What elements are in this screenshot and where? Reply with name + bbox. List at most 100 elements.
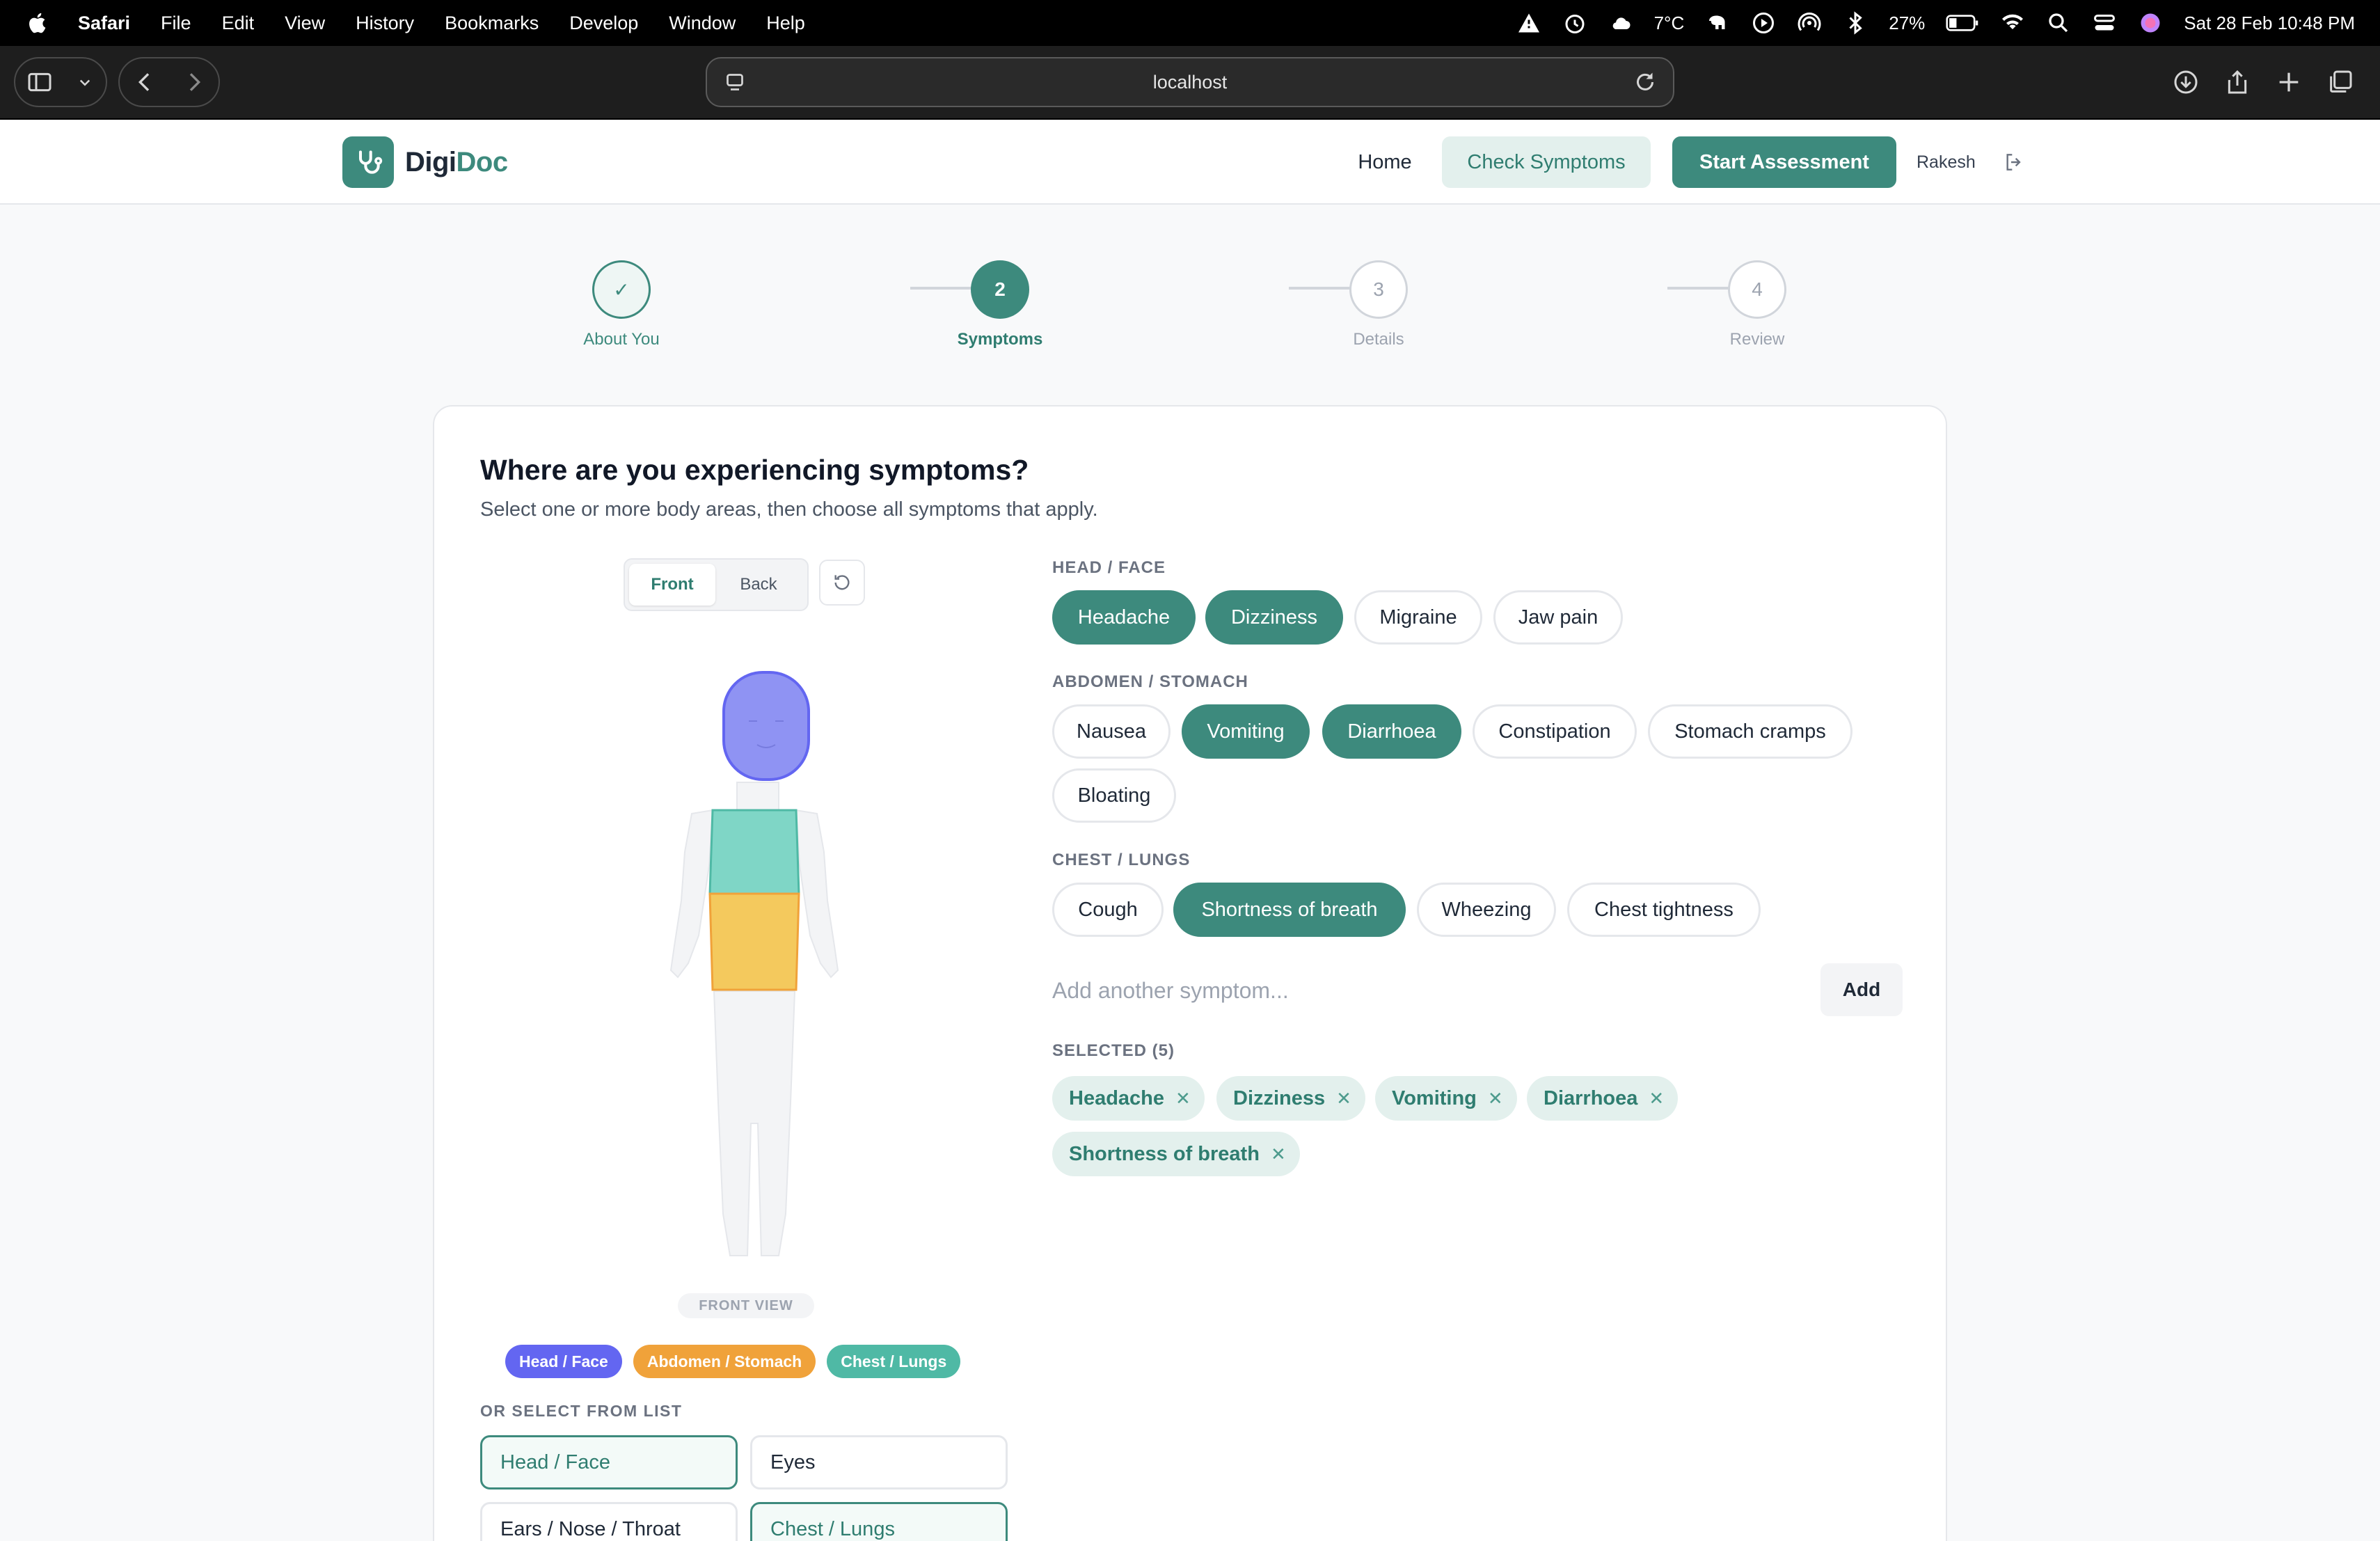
spotlight-search-icon[interactable] xyxy=(2046,10,2071,35)
tab-overview-icon[interactable] xyxy=(2326,68,2354,96)
symptom-chip-vomiting[interactable]: Vomiting xyxy=(1182,704,1310,759)
view-toggle: Front Back xyxy=(624,558,809,611)
menu-help[interactable]: Help xyxy=(766,13,805,34)
app-header: DigiDoc Home Check Symptoms Start Assess… xyxy=(0,120,2380,205)
step-label: Symptoms xyxy=(957,330,1043,349)
menu-window[interactable]: Window xyxy=(669,13,736,34)
nav-check-symptoms-link[interactable]: Check Symptoms xyxy=(1442,136,1651,188)
section-abdomen-title: ABDOMEN / STOMACH xyxy=(1052,672,1248,691)
legend-head-face[interactable]: Head / Face xyxy=(505,1345,622,1378)
symptom-chip-shortness-of-breath[interactable]: Shortness of breath xyxy=(1173,883,1406,937)
step-number: 4 xyxy=(1728,260,1786,319)
symptom-chip-jaw-pain[interactable]: Jaw pain xyxy=(1493,590,1623,645)
step-about-you[interactable]: ✓ About You xyxy=(552,260,691,349)
symptom-chip-diarrhoea[interactable]: Diarrhoea xyxy=(1322,704,1461,759)
apple-icon[interactable] xyxy=(26,11,50,35)
region-option-eyes[interactable]: Eyes xyxy=(750,1435,1008,1489)
airdrop-icon[interactable] xyxy=(1797,10,1822,35)
sidebar-icon[interactable] xyxy=(26,68,54,96)
weather-cloud-icon[interactable] xyxy=(1608,10,1633,35)
reload-icon[interactable] xyxy=(1633,70,1658,95)
back-arrow-icon[interactable] xyxy=(131,68,159,96)
symptom-card: Where are you experiencing symptoms? Sel… xyxy=(433,405,1947,1541)
symptom-chip-headache[interactable]: Headache xyxy=(1052,590,1196,645)
selected-tag-label: Headache xyxy=(1069,1086,1165,1109)
legend-chest-lungs[interactable]: Chest / Lungs xyxy=(827,1345,961,1378)
step-details[interactable]: 3 Details xyxy=(1309,260,1448,349)
bluetooth-icon[interactable] xyxy=(1843,10,1868,35)
abdomen-region[interactable] xyxy=(708,892,800,991)
remove-x-icon[interactable]: ✕ xyxy=(1271,1144,1286,1165)
wifi-icon[interactable] xyxy=(2000,10,2025,35)
menubar-datetime[interactable]: Sat 28 Feb 10:48 PM xyxy=(2184,13,2355,34)
selected-tag-vomiting: Vomiting ✕ xyxy=(1375,1076,1517,1121)
stethoscope-icon xyxy=(342,136,394,188)
region-option-chest-lungs[interactable]: Chest / Lungs xyxy=(750,1502,1008,1541)
legend-abdomen-stomach[interactable]: Abdomen / Stomach xyxy=(633,1345,816,1378)
symptom-chip-nausea[interactable]: Nausea xyxy=(1052,704,1171,759)
menu-app-name[interactable]: Safari xyxy=(78,13,130,34)
add-symptom-button[interactable]: Add xyxy=(1820,963,1903,1016)
control-center-icon[interactable] xyxy=(2092,10,2117,35)
logout-button[interactable] xyxy=(2000,136,2028,188)
or-select-label: OR SELECT FROM LIST xyxy=(480,1402,683,1420)
remove-x-icon[interactable]: ✕ xyxy=(1488,1088,1503,1109)
alert-icon[interactable] xyxy=(1516,10,1541,35)
front-view-button[interactable]: Front xyxy=(629,564,715,606)
back-view-button[interactable]: Back xyxy=(715,564,802,606)
temperature-text: 7°C xyxy=(1653,12,1685,33)
nav-home-link[interactable]: Home xyxy=(1343,136,1427,188)
forward-arrow-icon[interactable] xyxy=(180,68,208,96)
add-symptom-input[interactable]: Add another symptom... xyxy=(1052,963,1818,1018)
card-title: Where are you experiencing symptoms? xyxy=(480,454,1029,486)
reset-button[interactable] xyxy=(819,560,865,606)
region-legend: Head / Face Abdomen / Stomach Chest / Lu… xyxy=(505,1345,961,1378)
timer-icon[interactable] xyxy=(1562,10,1587,35)
logout-icon xyxy=(2006,154,2021,171)
siri-icon[interactable] xyxy=(2138,10,2163,35)
menu-file[interactable]: File xyxy=(161,13,191,34)
step-label: About You xyxy=(583,330,660,349)
selected-tag-diarrhoea: Diarrhoea ✕ xyxy=(1527,1076,1679,1121)
share-icon[interactable] xyxy=(2223,68,2251,96)
new-tab-plus-icon[interactable] xyxy=(2275,68,2303,96)
step-review[interactable]: 4 Review xyxy=(1688,260,1827,349)
url-text: localhost xyxy=(1152,71,1228,93)
battery-icon[interactable] xyxy=(1946,10,1979,35)
page-menu-icon[interactable] xyxy=(722,70,747,95)
macos-menubar: Safari File Edit View History Bookmarks … xyxy=(0,0,2380,46)
remove-x-icon[interactable]: ✕ xyxy=(1175,1088,1191,1109)
selected-tag-label: Shortness of breath xyxy=(1069,1142,1260,1165)
menu-edit[interactable]: Edit xyxy=(222,13,255,34)
symptom-chip-wheezing[interactable]: Wheezing xyxy=(1417,883,1556,937)
symptom-chip-stomach-cramps[interactable]: Stomach cramps xyxy=(1648,704,1853,759)
step-label: Review xyxy=(1729,330,1785,349)
menu-develop[interactable]: Develop xyxy=(569,13,638,34)
head-region[interactable] xyxy=(722,671,810,781)
symptom-chip-constipation[interactable]: Constipation xyxy=(1473,704,1637,759)
remove-x-icon[interactable]: ✕ xyxy=(1336,1088,1351,1109)
step-symptoms[interactable]: 2 Symptoms xyxy=(930,260,1070,349)
region-option-ears-nose-throat[interactable]: Ears / Nose / Throat xyxy=(480,1502,738,1541)
play-icon[interactable] xyxy=(1751,10,1776,35)
menu-view[interactable]: View xyxy=(285,13,325,34)
symptom-chip-bloating[interactable]: Bloating xyxy=(1052,768,1176,823)
symptom-chip-migraine[interactable]: Migraine xyxy=(1354,590,1482,645)
chest-region[interactable] xyxy=(708,809,800,895)
address-bar[interactable]: localhost xyxy=(706,57,1674,107)
digidoc-logo[interactable]: DigiDoc xyxy=(342,136,508,188)
region-option-head-face[interactable]: Head / Face xyxy=(480,1435,738,1489)
symptom-chip-chest-tightness[interactable]: Chest tightness xyxy=(1567,883,1761,937)
sidebar-toggle-group[interactable] xyxy=(14,57,107,107)
menu-bookmarks[interactable]: Bookmarks xyxy=(445,13,539,34)
menu-history[interactable]: History xyxy=(356,13,414,34)
front-view-label: FRONT VIEW xyxy=(678,1293,814,1318)
symptom-chip-cough[interactable]: Cough xyxy=(1052,883,1164,937)
step-number: 2 xyxy=(971,260,1029,319)
elephant-icon[interactable] xyxy=(1705,10,1730,35)
start-assessment-button[interactable]: Start Assessment xyxy=(1672,136,1896,188)
download-icon[interactable] xyxy=(2172,68,2200,96)
chevron-down-icon[interactable] xyxy=(74,68,95,96)
remove-x-icon[interactable]: ✕ xyxy=(1649,1088,1664,1109)
symptom-chip-dizziness[interactable]: Dizziness xyxy=(1205,590,1343,645)
